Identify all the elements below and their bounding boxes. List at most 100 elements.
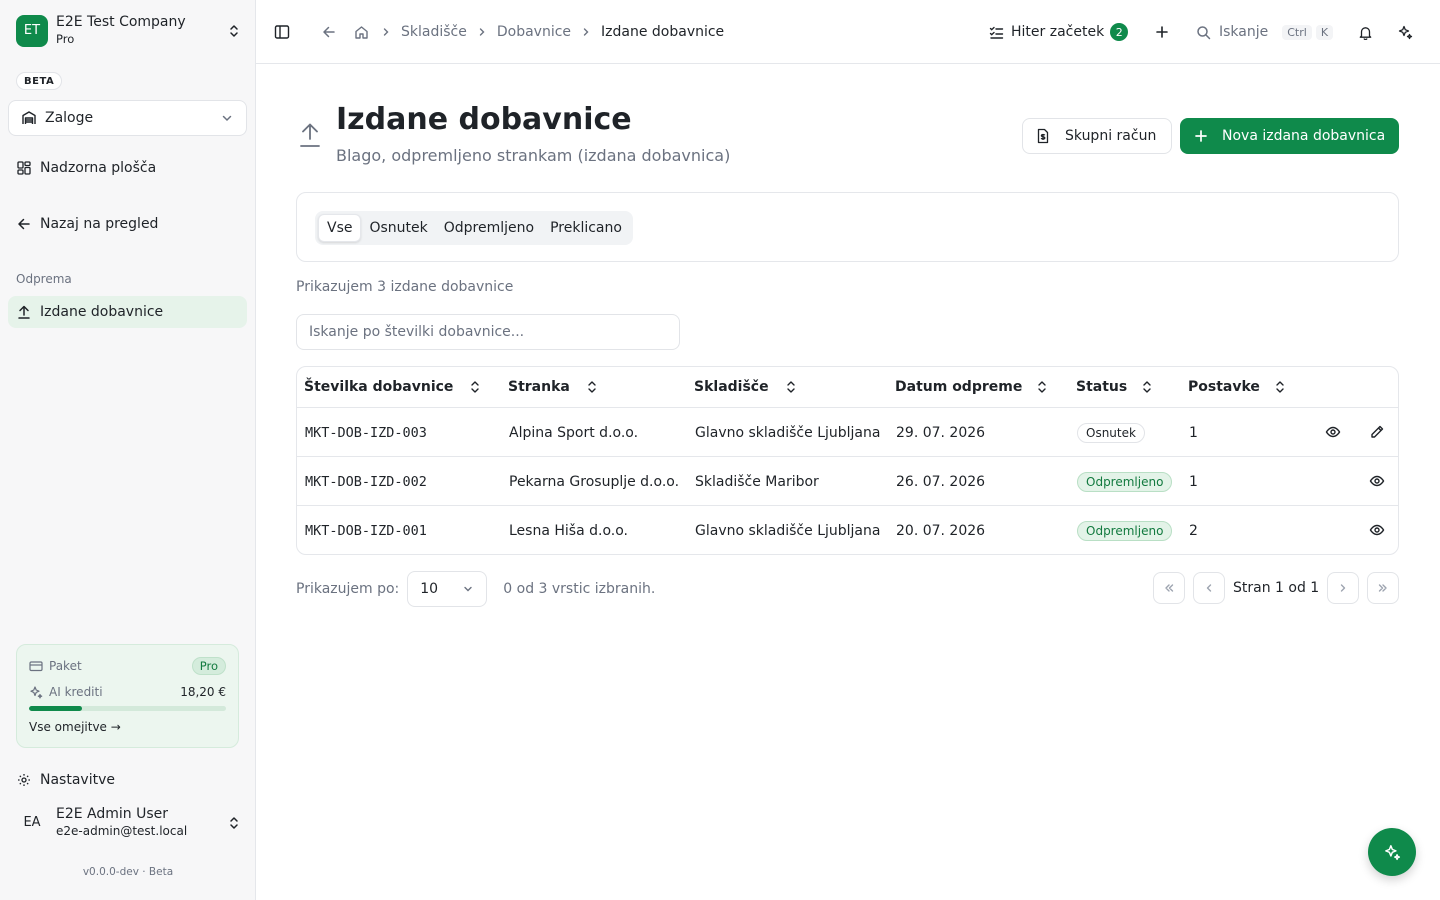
- plus-icon[interactable]: [1152, 22, 1172, 42]
- avatar: EA: [23, 815, 41, 830]
- column-header-number[interactable]: Številka dobavnice: [304, 367, 481, 407]
- cell-customer: Pekarna Grosuplje d.o.o.: [509, 473, 680, 490]
- column-header-warehouse[interactable]: Skladišče: [694, 367, 797, 407]
- invoice-icon: [1035, 128, 1051, 144]
- quick-start-button[interactable]: Hiter začetek 2: [989, 20, 1129, 44]
- table-row[interactable]: MKT-DOB-IZD-001 Lesna Hiša d.o.o. Glavno…: [297, 506, 1398, 554]
- page-indicator: Stran 1 od 1: [1233, 580, 1320, 596]
- chevron-left-icon: [1203, 582, 1215, 594]
- bell-icon[interactable]: [1355, 22, 1375, 42]
- page-subtitle: Blago, odpremljeno strankam (izdana doba…: [336, 146, 731, 165]
- module-select[interactable]: Zaloge: [8, 100, 247, 136]
- plan-card: Paket Pro AI krediti 18,20 € Vse omejitv…: [16, 644, 239, 748]
- status-badge: Odpremljeno: [1077, 520, 1173, 541]
- cell-date: 29. 07. 2026: [896, 424, 986, 441]
- user-email: e2e-admin@test.local: [56, 824, 188, 838]
- tab-shipped[interactable]: Odpremljeno: [436, 214, 542, 242]
- sort-icon: [1141, 380, 1153, 394]
- sidebar-toggle-icon[interactable]: [272, 22, 292, 42]
- column-header-label: Številka dobavnice: [304, 379, 454, 395]
- new-delivery-note-button[interactable]: Nova izdana dobavnica: [1180, 118, 1399, 154]
- credits-progress-fill: [29, 706, 83, 711]
- next-page-button[interactable]: [1327, 572, 1359, 604]
- sparkles-icon: [1383, 843, 1401, 861]
- user-menu[interactable]: EA E2E Admin User e2e-admin@test.local: [16, 806, 242, 839]
- quick-start-label: Hiter začetek: [1011, 24, 1105, 40]
- sparkles-icon[interactable]: [1395, 22, 1415, 42]
- column-header-status[interactable]: Status: [1076, 367, 1153, 407]
- cell-items: 1: [1189, 473, 1198, 490]
- previous-page-button[interactable]: [1193, 572, 1225, 604]
- sidebar-item-back[interactable]: Nazaj na pregled: [8, 208, 247, 240]
- cell-customer: Lesna Hiša d.o.o.: [509, 522, 628, 539]
- credits-label: AI krediti: [49, 685, 103, 699]
- sidebar-item-label: Izdane dobavnice: [40, 304, 164, 320]
- selection-info: 0 od 3 vrstic izbranih.: [503, 581, 656, 597]
- cell-warehouse: Glavno skladišče Ljubljana: [695, 522, 881, 539]
- pagination-left: Prikazujem po: 10 0 od 3 vrstic izbranih…: [296, 571, 655, 607]
- ai-assistant-button[interactable]: [1368, 828, 1416, 876]
- global-search-button[interactable]: Iskanje Ctrl K: [1196, 20, 1334, 44]
- sidebar-item-label: Nadzorna plošča: [40, 160, 157, 176]
- column-header-customer[interactable]: Stranka: [508, 367, 598, 407]
- table-row[interactable]: MKT-DOB-IZD-002 Pekarna Grosuplje d.o.o.…: [297, 457, 1398, 506]
- sidebar-item-label: Nastavitve: [40, 772, 115, 788]
- combined-invoice-button[interactable]: Skupni račun: [1022, 118, 1172, 154]
- cell-warehouse: Glavno skladišče Ljubljana: [695, 424, 881, 441]
- cell-items: 2: [1189, 522, 1198, 539]
- all-limits-link[interactable]: Vse omejitve →: [29, 720, 121, 734]
- user-name: E2E Admin User: [56, 806, 169, 822]
- eye-icon[interactable]: [1368, 521, 1386, 539]
- topbar: Skladišče Dobavnice Izdane dobavnice Hit…: [256, 0, 1440, 64]
- sort-icon: [785, 380, 797, 394]
- search-label: Iskanje: [1219, 24, 1269, 40]
- tab-draft[interactable]: Osnutek: [361, 214, 435, 242]
- search-input[interactable]: [296, 314, 680, 350]
- table-row[interactable]: MKT-DOB-IZD-003 Alpina Sport d.o.o. Glav…: [297, 408, 1398, 457]
- chevrons-up-down-icon: [226, 23, 242, 39]
- company-switcher[interactable]: ET E2E Test Company Pro: [16, 14, 242, 47]
- chevron-right-icon: [1337, 582, 1349, 594]
- gear-icon: [17, 773, 31, 787]
- company-avatar: ET: [16, 14, 48, 47]
- first-page-button[interactable]: [1153, 572, 1185, 604]
- plan-badge: Pro: [191, 657, 226, 675]
- eye-icon[interactable]: [1368, 472, 1386, 490]
- sparkles-icon: [29, 685, 43, 699]
- cell-number: MKT-DOB-IZD-003: [305, 424, 427, 441]
- plan-label: Paket: [49, 659, 82, 673]
- breadcrumb-link[interactable]: Dobavnice: [497, 24, 571, 40]
- cell-items: 1: [1189, 424, 1198, 441]
- sort-icon: [469, 380, 481, 394]
- kbd-ctrl: Ctrl: [1282, 24, 1312, 40]
- company-name: E2E Test Company: [56, 14, 186, 30]
- status-filter-card: Vse Osnutek Odpremljeno Preklicano: [296, 192, 1399, 262]
- column-header-label: Skladišče: [694, 379, 769, 395]
- per-page-label: Prikazujem po:: [296, 581, 400, 597]
- breadcrumb-link[interactable]: Skladišče: [401, 24, 467, 40]
- sidebar-item-settings[interactable]: Nastavitve: [8, 764, 247, 796]
- home-icon[interactable]: [354, 25, 369, 40]
- column-header-date[interactable]: Datum odpreme: [895, 367, 1048, 407]
- tab-cancelled[interactable]: Preklicano: [542, 214, 630, 242]
- breadcrumb: Skladišče Dobavnice Izdane dobavnice: [322, 20, 724, 44]
- tab-all[interactable]: Vse: [318, 214, 362, 242]
- column-header-items[interactable]: Postavke: [1188, 367, 1286, 407]
- pencil-icon[interactable]: [1368, 423, 1386, 441]
- upload-icon: [298, 122, 322, 148]
- sidebar-item-issued-delivery-notes[interactable]: Izdane dobavnice: [8, 296, 247, 328]
- sort-icon: [1274, 380, 1286, 394]
- sidebar-item-dashboard[interactable]: Nadzorna plošča: [8, 152, 247, 184]
- eye-icon[interactable]: [1324, 423, 1342, 441]
- sidebar: ET E2E Test Company Pro BETA Zaloge Nadz…: [0, 0, 256, 900]
- back-arrow-icon[interactable]: [322, 25, 336, 39]
- per-page-select[interactable]: 10: [407, 571, 488, 607]
- chevron-down-icon: [220, 111, 234, 125]
- new-delivery-note-label: Nova izdana dobavnica: [1222, 128, 1386, 144]
- last-page-button[interactable]: [1367, 572, 1399, 604]
- warehouse-icon: [21, 110, 37, 126]
- cell-number: MKT-DOB-IZD-001: [305, 522, 427, 539]
- cell-customer: Alpina Sport d.o.o.: [509, 424, 639, 441]
- kbd-k: K: [1315, 24, 1334, 40]
- cell-date: 26. 07. 2026: [896, 473, 986, 490]
